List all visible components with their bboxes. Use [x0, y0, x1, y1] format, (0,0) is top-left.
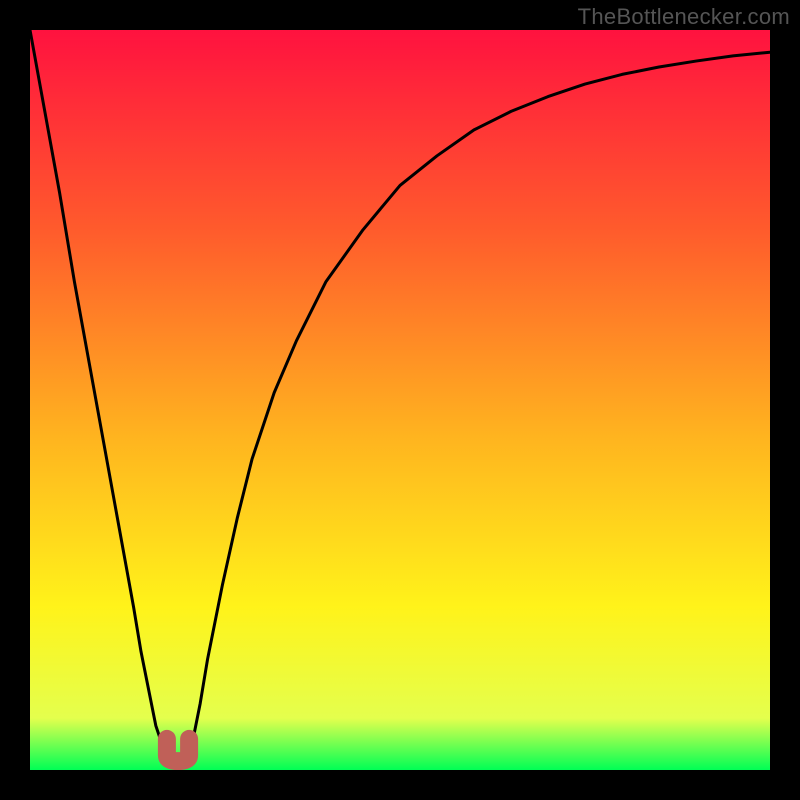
bottleneck-curve — [30, 30, 770, 770]
watermark-text: TheBottlenecker.com — [578, 4, 790, 30]
minimum-marker — [167, 739, 189, 761]
plot-area — [30, 30, 770, 770]
chart-frame: TheBottlenecker.com — [0, 0, 800, 800]
curve-layer — [30, 30, 770, 770]
